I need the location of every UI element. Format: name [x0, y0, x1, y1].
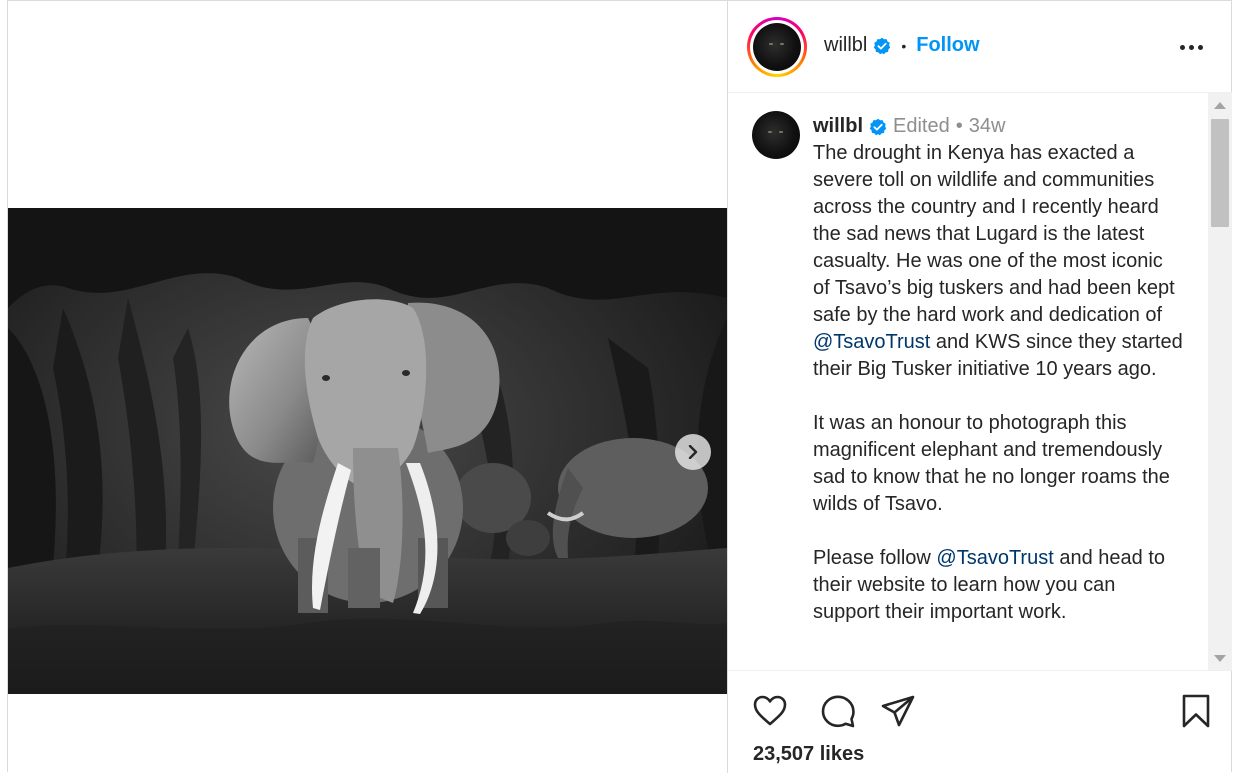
- follow-button[interactable]: Follow: [916, 34, 979, 57]
- post-side-panel: willbl • Follow willbl Edited • 34w The …: [728, 1, 1232, 773]
- scrollbar-thumb[interactable]: [1211, 119, 1229, 227]
- caption-paragraph: Please follow @TsavoTrust and head to th…: [813, 545, 1185, 626]
- post-photo[interactable]: [8, 208, 727, 694]
- caption-text: The drought in Kenya has exacted a sever…: [813, 142, 1175, 326]
- caption-paragraph: The drought in Kenya has exacted a sever…: [813, 140, 1185, 383]
- mention-link[interactable]: @TsavoTrust: [813, 331, 930, 353]
- caption-avatar[interactable]: [752, 111, 800, 159]
- caption-body: The drought in Kenya has exacted a sever…: [813, 140, 1185, 626]
- media-panel: [8, 1, 728, 773]
- verified-badge-icon: [874, 37, 891, 54]
- edited-label: Edited: [893, 115, 950, 137]
- caption-scroll-area[interactable]: willbl Edited • 34w The drought in Kenya…: [728, 93, 1232, 671]
- chevron-right-icon: [688, 445, 698, 459]
- header-user-row: willbl • Follow: [824, 34, 980, 57]
- mention-link[interactable]: @TsavoTrust: [936, 547, 1053, 569]
- caption-text: It was an honour to photograph this magn…: [813, 412, 1170, 515]
- avatar: [753, 23, 801, 71]
- bookmark-icon[interactable]: [1178, 693, 1214, 729]
- more-dot-icon: [1197, 44, 1203, 50]
- header-username[interactable]: willbl: [824, 34, 867, 57]
- like-count[interactable]: 23,507 likes: [753, 743, 864, 766]
- post-dialog: willbl • Follow willbl Edited • 34w The …: [7, 0, 1232, 773]
- caption-header: willbl Edited • 34w: [813, 113, 1185, 140]
- caption-paragraph: It was an honour to photograph this magn…: [813, 410, 1185, 518]
- comment-icon[interactable]: [820, 693, 856, 729]
- next-image-button[interactable]: [675, 434, 711, 470]
- more-dot-icon: [1179, 44, 1185, 50]
- meta-separator: •: [955, 115, 963, 137]
- caption-text: Please follow: [813, 547, 937, 569]
- header-separator: •: [901, 37, 907, 54]
- verified-badge-icon: [869, 118, 887, 135]
- paper-plane-icon[interactable]: [880, 693, 916, 729]
- story-ring[interactable]: [747, 17, 807, 77]
- action-bar: 23,507 likes: [728, 671, 1232, 773]
- post-header: willbl • Follow: [728, 1, 1232, 93]
- scroll-down-arrow-icon[interactable]: [1214, 655, 1226, 662]
- post-age[interactable]: 34w: [969, 113, 1006, 140]
- scroll-up-arrow-icon[interactable]: [1214, 102, 1226, 109]
- more-dot-icon: [1188, 44, 1194, 50]
- caption-username[interactable]: willbl: [813, 113, 863, 140]
- heart-icon[interactable]: [752, 693, 788, 729]
- caption: willbl Edited • 34w The drought in Kenya…: [813, 113, 1185, 653]
- elephant-photo-image: [8, 208, 727, 694]
- caption-scrollbar[interactable]: [1208, 93, 1232, 670]
- more-options-button[interactable]: [1174, 37, 1208, 57]
